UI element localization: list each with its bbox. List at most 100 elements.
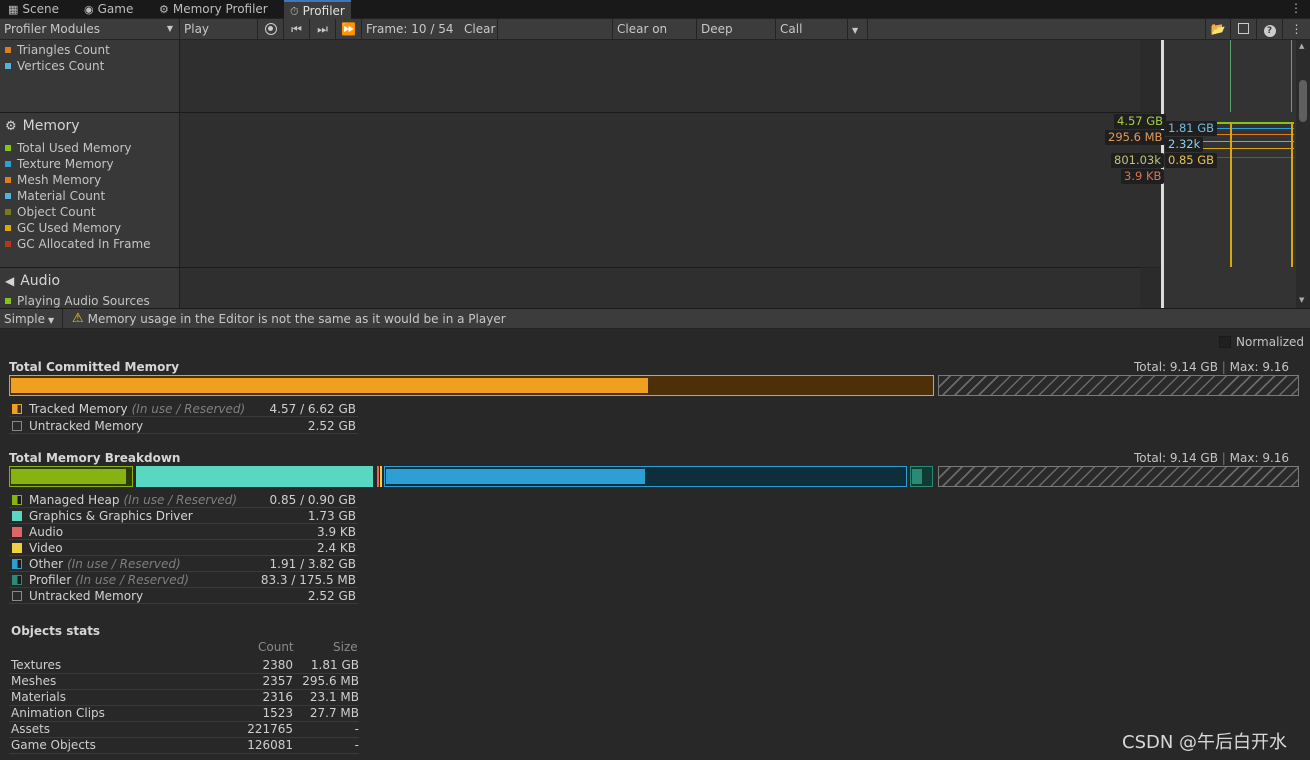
legend-vertices-count[interactable]: Vertices Count [0,58,179,74]
profiler-toolbar: Profiler Modules ▼ Play Mode▼ ⏮ ⏭ ⏩ Fram… [0,19,1310,56]
tab-memory-profiler[interactable]: ⚙ Memory Profiler [153,0,274,19]
row-name: Graphics & Graphics Driver [29,508,193,523]
breakdown-row[interactable]: Graphics & Graphics Driver 1.73 GB [9,508,358,524]
load-button[interactable]: 📂 [1205,19,1231,39]
untracked-memory-bar[interactable] [938,375,1299,396]
deep-profile-toggle[interactable]: Deep Profile [697,19,776,56]
breakdown-row[interactable]: Untracked Memory 2.52 GB [9,588,358,604]
row-name: Video [29,540,63,555]
normalized-toggle[interactable]: Normalized [1219,335,1304,349]
scrollbar-thumb[interactable] [1299,80,1307,122]
stopwatch-icon: ⏱ [290,4,299,18]
legend-swatch [12,574,22,585]
clear-button[interactable]: Clear [460,19,498,39]
graph-value-total-used: 4.57 GB [1114,114,1167,129]
object-stat-row[interactable]: Meshes 2357 295.6 MB [9,674,359,690]
profiler-modules-label: Profiler Modules [4,22,100,36]
call-stacks-dropdown[interactable]: ▼ [848,19,868,39]
play-mode-dropdown[interactable]: Play Mode▼ [180,19,258,56]
legend-swatch [12,420,22,431]
audio-bar[interactable] [377,466,379,487]
row-name: Other [29,556,64,571]
legend-texture-memory[interactable]: Texture Memory [0,156,179,172]
breakdown-row[interactable]: Managed Heap (In use / Reserved) 0.85 / 0.… [9,492,358,508]
tracked-memory-bar[interactable] [9,375,934,396]
legend-swatch [5,161,11,167]
window-tab-bar: ▦ Scene ◉ Game ⚙ Memory Profiler ⏱ Profi… [0,0,1310,20]
row-sub: (In use / Reserved) [131,401,246,416]
profiler-bar[interactable] [910,466,933,487]
audio-module-legend[interactable]: ◀ Audio Playing Audio Sources [0,268,180,308]
object-count: 221765 [247,722,293,736]
committed-row[interactable]: Tracked Memory (In use / Reserved) 4.57 / … [9,401,358,417]
normalized-label: Normalized [1236,335,1305,349]
tab-scene[interactable]: ▦ Scene [2,0,65,19]
scroll-up-icon[interactable]: ▲ [1299,42,1304,50]
breakdown-row[interactable]: Profiler (In use / Reserved) 83.3 / 175.5 … [9,572,358,588]
managed-heap-bar[interactable] [9,466,133,487]
object-stat-row[interactable]: Game Objects 126081 - [9,738,359,754]
audio-module-graph[interactable] [180,268,1296,308]
rendering-module-graph[interactable] [180,40,1296,112]
toolbar-menu-button[interactable]: ⋮ [1283,19,1310,39]
kebab-menu-icon[interactable]: ⋮ [1290,1,1302,15]
row-value: 4.57 / 6.62 GB [269,401,356,416]
breakdown-row[interactable]: Other (In use / Reserved) 1.91 / 3.82 GB [9,556,358,572]
step-forward-icon: ⏭ [317,22,328,36]
help-button[interactable]: ? [1257,19,1283,39]
object-stat-row[interactable]: Textures 2380 1.81 GB [9,658,359,674]
breakdown-row[interactable]: Audio 3.9 KB [9,524,358,540]
objects-title: Objects stats [11,624,101,638]
rendering-module-legend[interactable]: Triangles Count Vertices Count [0,40,180,112]
previous-frame-button[interactable]: ⏮ [284,19,310,39]
row-name: Managed Heap [29,492,120,507]
watermark: CSDN @午后白开水 [1122,732,1288,753]
size-column-header[interactable]: Size [333,640,358,654]
committed-row[interactable]: Untracked Memory 2.52 GB [9,418,358,434]
legend-playing-audio-sources[interactable]: Playing Audio Sources [0,293,179,309]
count-column-header[interactable]: Count [258,640,294,654]
video-bar[interactable] [380,466,382,487]
row-sub: (In use / Reserved) [123,492,238,507]
memory-module-title: ⚙ Memory [0,114,179,138]
modules-scrollbar[interactable]: ▲ ▼ [1296,40,1310,308]
legend-gc-allocated-in-frame[interactable]: GC Allocated In Frame [0,236,179,252]
graphics-bar[interactable] [136,466,373,487]
current-frame-button[interactable]: ⏩ [336,19,362,39]
committed-title: Total Committed Memory [9,360,180,374]
tab-game[interactable]: ◉ Game [78,0,139,19]
row-sub: (In use / Reserved) [75,572,189,587]
legend-swatch [12,510,22,521]
checkbox[interactable] [1219,336,1231,348]
clear-on-play-toggle[interactable]: Clear on Play [612,19,697,56]
tab-profiler[interactable]: ⏱ Profiler [284,0,351,20]
memory-module-legend[interactable]: ⚙ Memory Total Used Memory Texture Memor… [0,113,180,267]
record-button[interactable] [258,19,284,39]
legend-object-count[interactable]: Object Count [0,204,179,220]
scroll-down-icon[interactable]: ▼ [1299,296,1304,304]
row-name: Tracked Memory [29,401,128,416]
legend-material-count[interactable]: Material Count [0,188,179,204]
legend-triangles-count[interactable]: Triangles Count [0,42,179,58]
row-value: 2.52 GB [307,418,356,433]
object-stat-row[interactable]: Assets 221765 - [9,722,359,738]
legend-mesh-memory[interactable]: Mesh Memory [0,172,179,188]
untracked-breakdown-bar[interactable] [938,466,1299,487]
call-stacks-toggle[interactable]: Call Stacks [776,19,848,56]
object-stat-row[interactable]: Animation Clips 1523 27.7 MB [9,706,359,722]
save-button[interactable] [1231,19,1257,39]
profiler-modules-dropdown[interactable]: Profiler Modules ▼ [0,19,180,39]
row-value: 0.85 / 0.90 GB [269,492,356,507]
legend-gc-used-memory[interactable]: GC Used Memory [0,220,179,236]
breakdown-row[interactable]: Video 2.4 KB [9,540,358,556]
help-icon: ? [1263,25,1276,37]
graph-value-texture: 1.81 GB [1165,121,1218,136]
legend-total-used-memory[interactable]: Total Used Memory [0,140,179,156]
legend-label: Object Count [17,205,96,219]
view-mode-dropdown[interactable]: Simple ▼ [0,309,63,329]
next-frame-button[interactable]: ⏭ [310,19,336,39]
object-stat-row[interactable]: Materials 2316 23.1 MB [9,690,359,706]
save-icon [1238,23,1249,34]
legend-swatch [12,558,22,569]
other-bar[interactable] [384,466,907,487]
